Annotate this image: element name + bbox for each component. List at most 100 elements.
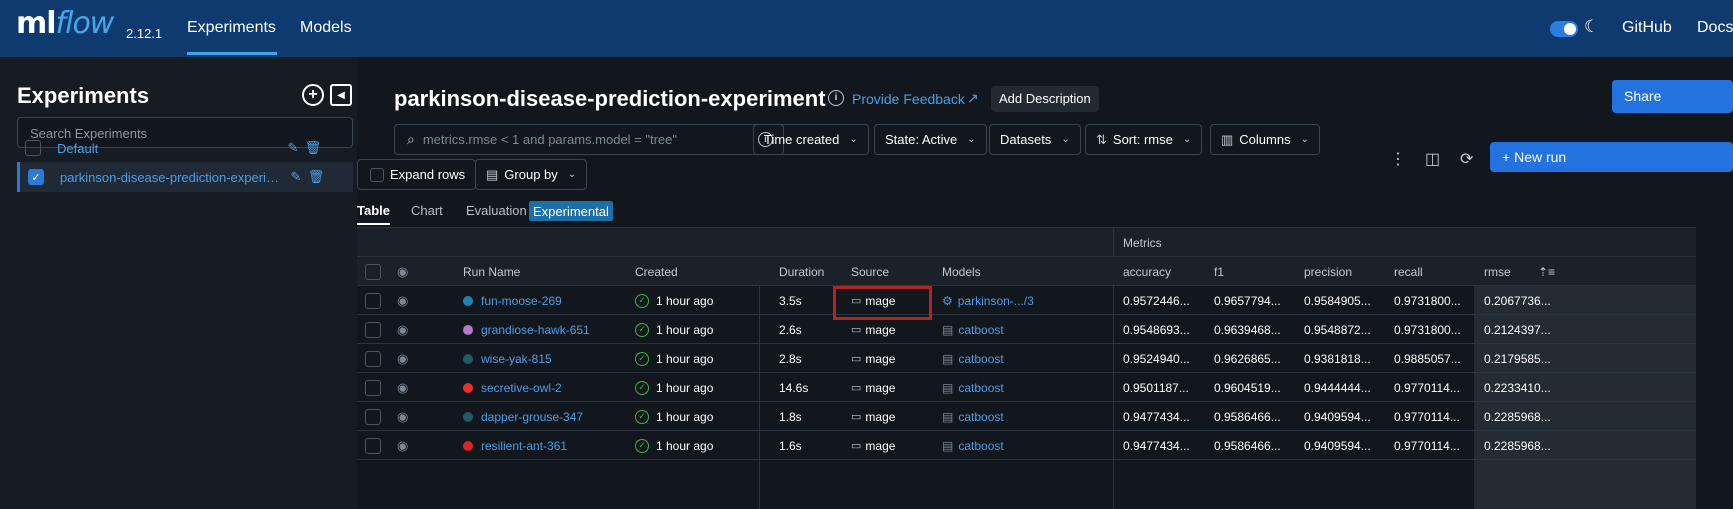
row-select-cell[interactable] — [365, 286, 381, 315]
run-name-link[interactable]: secretive-owl-2 — [481, 381, 562, 395]
dark-mode-toggle[interactable] — [1550, 21, 1578, 37]
model-link[interactable]: catboost — [958, 439, 1003, 453]
models-cell[interactable]: ▤ catboost — [942, 373, 1004, 402]
select-all-checkbox[interactable] — [365, 263, 381, 280]
state-dropdown[interactable]: State: Active ⌄ — [874, 124, 987, 155]
more-options-icon[interactable]: ⋮ — [1390, 149, 1406, 169]
sort-dropdown[interactable]: ⇅ Sort: rmse ⌄ — [1085, 124, 1203, 155]
datasets-dropdown[interactable]: Datasets ⌄ — [989, 124, 1081, 155]
table-row[interactable]: ◉ resilient-ant-361 ✓ 1 hour ago 1.6s ▭ mage ▤ c… — [357, 431, 1696, 460]
models-cell[interactable]: ▤ catboost — [942, 402, 1004, 431]
model-link[interactable]: catboost — [958, 323, 1003, 337]
nav-models-link[interactable]: Models — [300, 19, 352, 37]
eye-icon[interactable]: ◉ — [397, 322, 408, 338]
plus-circle-icon[interactable]: + — [302, 84, 324, 106]
row-visibility-cell[interactable]: ◉ — [397, 286, 408, 315]
experiment-item-parkinson[interactable]: ✓ parkinson-disease-prediction-experimen… — [17, 162, 353, 192]
table-row[interactable]: ◉ secretive-owl-2 ✓ 1 hour ago 14.6s ▭ mage ▤ ca… — [357, 373, 1696, 402]
row-checkbox[interactable] — [365, 437, 381, 454]
header-precision[interactable]: precision — [1304, 257, 1352, 286]
eye-icon[interactable]: ◉ — [397, 380, 408, 396]
run-name-cell[interactable]: dapper-grouse-347 — [463, 402, 583, 431]
row-checkbox[interactable] — [365, 292, 381, 309]
github-link[interactable]: GitHub — [1622, 19, 1672, 37]
run-color-dot[interactable] — [463, 382, 473, 393]
row-checkbox[interactable] — [365, 350, 381, 367]
add-description-button[interactable]: Add Description — [991, 86, 1099, 112]
external-link-icon[interactable]: ↗ — [967, 90, 979, 107]
visibility-header[interactable]: ◉ — [397, 257, 408, 286]
header-duration[interactable]: Duration — [779, 257, 824, 286]
row-checkbox[interactable] — [365, 408, 381, 425]
experiment-checkbox[interactable] — [25, 140, 41, 156]
row-select-cell[interactable] — [365, 431, 381, 460]
table-row[interactable]: ◉ dapper-grouse-347 ✓ 1 hour ago 1.8s ▭ mage ▤ c… — [357, 402, 1696, 431]
header-recall[interactable]: recall — [1394, 257, 1423, 286]
row-visibility-cell[interactable]: ◉ — [397, 402, 408, 431]
row-visibility-cell[interactable]: ◉ — [397, 431, 408, 460]
row-checkbox[interactable] — [365, 379, 381, 396]
eye-icon[interactable]: ◉ — [397, 351, 408, 367]
info-icon[interactable]: i — [828, 90, 844, 106]
table-row[interactable]: ◉ fun-moose-269 ✓ 1 hour ago 3.5s ▭ mage ⚙ parki… — [357, 286, 1696, 315]
model-link[interactable]: catboost — [958, 410, 1003, 424]
eye-icon[interactable]: ◉ — [397, 264, 408, 280]
models-cell[interactable]: ▤ catboost — [942, 344, 1004, 373]
header-run-name[interactable]: Run Name — [463, 257, 520, 286]
row-select-cell[interactable] — [365, 402, 381, 431]
collapse-sidebar-icon[interactable]: ◀ — [330, 84, 352, 106]
eye-icon[interactable]: ◉ — [397, 293, 408, 309]
select-all-cell[interactable] — [365, 257, 381, 286]
experiment-name[interactable]: Default — [57, 141, 283, 156]
table-row[interactable]: ◉ grandiose-hawk-651 ✓ 1 hour ago 2.6s ▭ mage ▤… — [357, 315, 1696, 344]
models-cell[interactable]: ▤ catboost — [942, 315, 1004, 344]
experiment-checkbox[interactable]: ✓ — [28, 169, 44, 185]
run-name-link[interactable]: dapper-grouse-347 — [481, 410, 583, 424]
header-source[interactable]: Source — [851, 257, 889, 286]
header-models[interactable]: Models — [942, 257, 981, 286]
models-cell[interactable]: ▤ catboost — [942, 431, 1004, 460]
refresh-icon[interactable]: ⟳ — [1460, 149, 1473, 169]
new-run-button[interactable]: + New run — [1490, 142, 1733, 172]
tab-evaluation[interactable]: Evaluation — [466, 203, 527, 218]
run-name-cell[interactable]: secretive-owl-2 — [463, 373, 562, 402]
mlflow-logo[interactable]: ml flow — [16, 6, 114, 41]
experiment-item-default[interactable]: Default ✎ 🗑 — [17, 133, 353, 163]
trash-icon[interactable]: 🗑 — [303, 140, 323, 156]
run-name-cell[interactable]: fun-moose-269 — [463, 286, 562, 315]
trash-icon[interactable]: 🗑 — [306, 169, 326, 185]
runs-search-input[interactable]: ⌕ metrics.rmse < 1 and params.model = "t… — [394, 124, 784, 155]
run-name-cell[interactable]: grandiose-hawk-651 — [463, 315, 590, 344]
nav-experiments-link[interactable]: Experiments — [187, 19, 276, 37]
row-select-cell[interactable] — [365, 344, 381, 373]
models-cell[interactable]: ⚙ parkinson-.../3 — [942, 286, 1034, 315]
run-name-cell[interactable]: resilient-ant-361 — [463, 431, 567, 460]
run-color-dot[interactable] — [463, 324, 473, 335]
model-link[interactable]: catboost — [958, 352, 1003, 366]
row-visibility-cell[interactable]: ◉ — [397, 315, 408, 344]
row-visibility-cell[interactable]: ◉ — [397, 373, 408, 402]
row-select-cell[interactable] — [365, 373, 381, 402]
run-color-dot[interactable] — [463, 411, 473, 422]
header-created[interactable]: Created — [635, 257, 678, 286]
header-accuracy[interactable]: accuracy — [1123, 257, 1171, 286]
run-name-cell[interactable]: wise-yak-815 — [463, 344, 552, 373]
run-color-dot[interactable] — [463, 295, 473, 306]
eye-icon[interactable]: ◉ — [397, 409, 408, 425]
time-created-dropdown[interactable]: Time created ⌄ — [753, 124, 869, 155]
docs-link[interactable]: Docs — [1697, 19, 1733, 37]
run-color-dot[interactable] — [463, 440, 473, 451]
experiment-name[interactable]: parkinson-disease-prediction-experiment — [60, 170, 286, 185]
tab-table[interactable]: Table — [357, 203, 390, 218]
header-rmse[interactable]: rmse — [1484, 257, 1511, 286]
row-checkbox[interactable] — [365, 321, 381, 338]
run-color-dot[interactable] — [463, 353, 473, 364]
model-link[interactable]: parkinson-.../3 — [958, 294, 1034, 308]
tab-chart[interactable]: Chart — [411, 203, 443, 218]
provide-feedback-link[interactable]: Provide Feedback — [852, 91, 965, 107]
eye-icon[interactable]: ◉ — [397, 438, 408, 454]
pencil-icon[interactable]: ✎ — [283, 140, 303, 156]
columns-dropdown[interactable]: ▥ Columns ⌄ — [1210, 124, 1320, 155]
run-name-link[interactable]: resilient-ant-361 — [481, 439, 567, 453]
run-name-link[interactable]: fun-moose-269 — [481, 294, 562, 308]
